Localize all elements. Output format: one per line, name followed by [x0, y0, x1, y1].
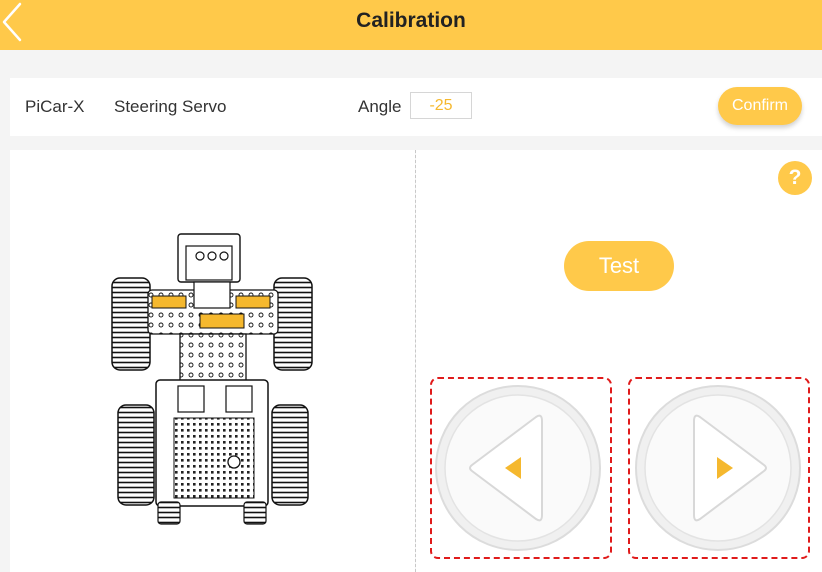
angle-label: Angle: [358, 97, 402, 116]
turn-right-button[interactable]: [628, 377, 810, 559]
turn-left-button[interactable]: [430, 377, 612, 559]
calibration-toolbar: PiCar-X Steering Servo Angle Confirm: [10, 78, 822, 136]
header-bar: Calibration: [0, 0, 822, 50]
page-title: Calibration: [356, 9, 466, 32]
test-button[interactable]: Test: [564, 241, 674, 291]
servo-label: Steering Servo: [114, 97, 227, 116]
turn-right-button-graphic: [635, 385, 801, 551]
turn-left-button-graphic: [435, 385, 601, 551]
help-button[interactable]: ?: [778, 161, 812, 195]
picar-x-image: [111, 233, 313, 525]
confirm-button[interactable]: Confirm: [718, 87, 802, 125]
angle-input[interactable]: [410, 92, 472, 119]
model-label: PiCar-X: [25, 97, 85, 116]
